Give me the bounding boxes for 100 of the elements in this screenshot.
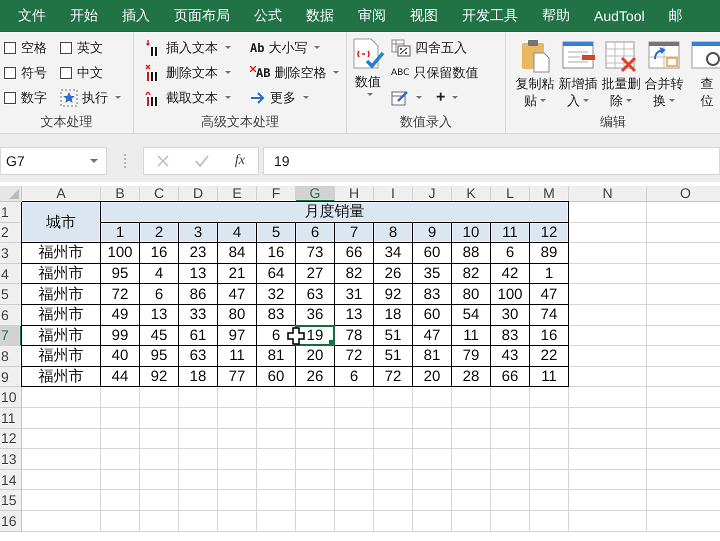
empty-cell[interactable] — [452, 510, 491, 532]
checkbox[interactable]: 英文 — [60, 38, 128, 56]
empty-cell[interactable] — [218, 428, 257, 450]
empty-cell[interactable] — [335, 510, 374, 532]
column-header[interactable]: B — [101, 186, 140, 202]
empty-cell[interactable] — [374, 449, 413, 470]
empty-cell[interactable] — [296, 470, 335, 490]
ribbon-tab[interactable]: 开发工具 — [450, 7, 530, 25]
empty-cell[interactable] — [179, 470, 218, 490]
column-header[interactable]: M — [530, 186, 569, 202]
empty-cell[interactable] — [296, 408, 335, 429]
cancel-icon[interactable] — [156, 154, 169, 166]
column-header[interactable]: D — [179, 186, 218, 202]
row-header[interactable]: 4 — [0, 264, 22, 284]
ribbon-button[interactable]: 合并转 换 — [643, 35, 685, 113]
empty-cell[interactable] — [335, 449, 374, 470]
empty-cell[interactable] — [101, 470, 140, 490]
select-all-corner[interactable] — [0, 186, 22, 202]
empty-cell[interactable] — [374, 510, 413, 532]
ribbon-tab[interactable]: 帮助 — [530, 7, 582, 25]
empty-cell[interactable] — [452, 428, 491, 450]
ribbon-button[interactable]: 更多 — [250, 85, 348, 110]
row-header[interactable]: 14 — [0, 470, 22, 490]
empty-cell[interactable] — [296, 449, 335, 470]
empty-cell[interactable] — [335, 470, 374, 490]
ribbon-tab[interactable]: 公式 — [242, 7, 294, 25]
empty-cell[interactable] — [218, 490, 257, 511]
empty-cell[interactable] — [530, 510, 569, 532]
empty-cell[interactable] — [374, 408, 413, 429]
row-header[interactable]: 7 — [0, 326, 22, 346]
ribbon-button[interactable]: 复制粘 贴 — [514, 35, 556, 113]
empty-cell[interactable] — [413, 470, 452, 490]
empty-cell[interactable] — [140, 490, 179, 511]
empty-cell[interactable] — [179, 490, 218, 511]
empty-cell[interactable] — [530, 490, 569, 511]
empty-cell[interactable] — [179, 449, 218, 470]
empty-cell[interactable] — [452, 449, 491, 470]
empty-cell[interactable] — [491, 490, 530, 511]
ribbon-tab[interactable]: 视图 — [398, 7, 450, 25]
empty-cell[interactable] — [452, 490, 491, 511]
ribbon-button[interactable]: 插入文本 — [144, 35, 250, 60]
ribbon-tab[interactable]: 邮 — [656, 7, 695, 25]
ribbon-button[interactable]: 删除文本 — [144, 60, 250, 85]
empty-cell[interactable] — [101, 428, 140, 450]
checkbox[interactable]: 数字 — [4, 88, 60, 106]
row-header[interactable]: 16 — [0, 510, 22, 532]
empty-cell[interactable] — [491, 470, 530, 490]
name-box[interactable]: G7 — [0, 146, 107, 174]
ribbon-tab[interactable]: 开始 — [58, 7, 110, 25]
empty-cell[interactable] — [218, 510, 257, 532]
ribbon-button[interactable]: AB 删除空格 — [250, 60, 348, 85]
empty-cell[interactable] — [530, 449, 569, 470]
row-header[interactable]: 3 — [0, 243, 22, 264]
row-header[interactable]: 1 — [0, 202, 22, 223]
empty-cell[interactable] — [452, 408, 491, 429]
empty-cell[interactable] — [569, 408, 647, 429]
empty-cell[interactable] — [218, 408, 257, 429]
empty-cell[interactable] — [140, 428, 179, 450]
ribbon-button[interactable]: + — [436, 85, 458, 110]
insert-function-button[interactable]: fx — [234, 152, 245, 168]
column-header[interactable]: I — [374, 186, 413, 202]
ribbon-tab[interactable]: 插入 — [110, 7, 162, 25]
column-header[interactable]: C — [140, 186, 179, 202]
row-header[interactable]: 11 — [0, 408, 22, 429]
ribbon-tab[interactable]: 页面布局 — [162, 7, 242, 25]
empty-cell[interactable] — [101, 449, 140, 470]
empty-cell[interactable] — [335, 490, 374, 511]
empty-cell[interactable] — [569, 510, 647, 532]
empty-cell[interactable] — [140, 470, 179, 490]
empty-cell[interactable] — [413, 490, 452, 511]
empty-cell[interactable] — [257, 510, 296, 532]
run-button[interactable]: 执行 — [60, 85, 128, 110]
empty-cell[interactable] — [101, 408, 140, 429]
checkbox[interactable]: 空格 — [4, 38, 60, 56]
empty-cell[interactable] — [491, 449, 530, 470]
empty-cell[interactable] — [413, 510, 452, 532]
formula-field[interactable]: 19 — [263, 146, 720, 174]
column-header[interactable]: F — [257, 186, 296, 202]
row-header[interactable]: 8 — [0, 346, 22, 367]
column-header[interactable]: A — [22, 186, 101, 202]
row-header[interactable]: 12 — [0, 428, 22, 450]
ribbon-button[interactable]: 查 位 — [686, 35, 720, 113]
empty-cell[interactable] — [491, 510, 530, 532]
empty-cell[interactable] — [140, 510, 179, 532]
empty-cell[interactable] — [452, 470, 491, 490]
empty-cell[interactable] — [179, 510, 218, 532]
empty-cell[interactable] — [179, 408, 218, 429]
column-header[interactable]: E — [218, 186, 257, 202]
empty-cell[interactable] — [218, 470, 257, 490]
row-header[interactable]: 13 — [0, 449, 22, 470]
column-header[interactable]: H — [335, 186, 374, 202]
empty-cell[interactable] — [179, 428, 218, 450]
ribbon-tab[interactable]: 审阅 — [346, 7, 398, 25]
empty-cell[interactable] — [569, 428, 647, 450]
row-header[interactable]: 5 — [0, 284, 22, 305]
empty-cell[interactable] — [530, 408, 569, 429]
number-button[interactable]: 数值 — [351, 35, 385, 113]
empty-cell[interactable] — [218, 449, 257, 470]
column-header[interactable]: N — [569, 186, 647, 202]
row-header[interactable]: 9 — [0, 366, 22, 388]
